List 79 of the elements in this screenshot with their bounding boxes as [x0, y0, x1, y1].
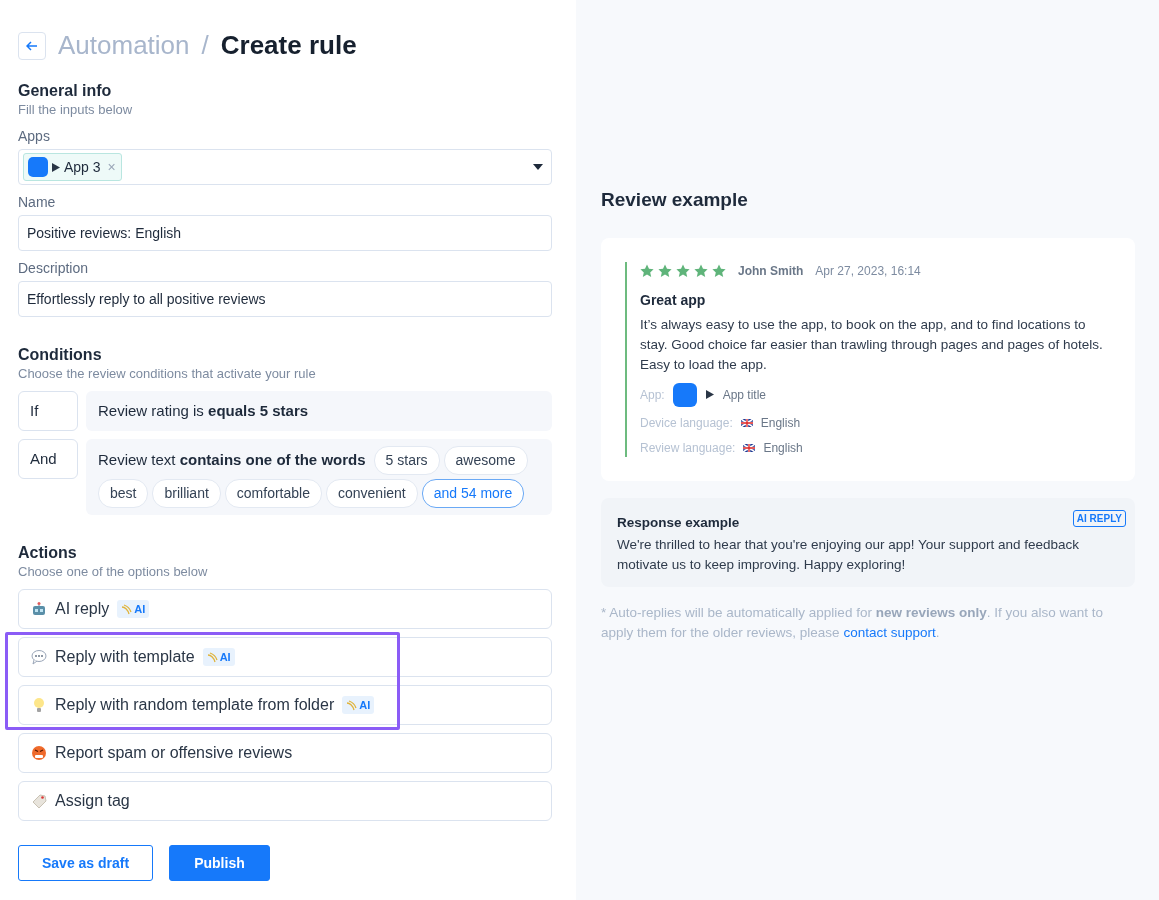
word-tag: brilliant [152, 479, 221, 508]
action-option[interactable]: AI reply AI [18, 589, 552, 629]
word-tag: comfortable [224, 479, 322, 508]
action-label: AI reply [55, 599, 110, 619]
footnote-text: * Auto-replies will be automatically applied for new reviews only. If you also want to apply them for the older reviews, please contact support. [601, 603, 1104, 642]
action-option[interactable]: Report spam or offensive reviews [18, 733, 552, 773]
meta-value: English [763, 439, 803, 457]
section-heading: General info [18, 81, 113, 101]
ai-reply-badge: AI REPLY [1072, 509, 1126, 527]
section-heading: Actions [18, 543, 78, 563]
section-subtitle: Choose one of the options below [18, 563, 209, 581]
dropdown-caret-icon [533, 164, 543, 170]
back-button[interactable] [18, 31, 46, 60]
field-label: Apps [18, 127, 51, 145]
star-icon [658, 263, 672, 278]
star-icon [694, 263, 708, 278]
flag-icon [743, 443, 756, 452]
star-icon [676, 263, 690, 278]
meta-label: Review language: [640, 439, 736, 457]
response-text: We're thrilled to hear that you're enjoying our app! Your support and feedback motivate us to keep improving. Happy exploring! [617, 535, 1080, 574]
section-heading: Conditions [18, 345, 103, 365]
star-icon [712, 263, 726, 278]
play-store-icon [51, 161, 61, 173]
ai-badge: AI [202, 647, 235, 667]
word-tag: convenient [326, 479, 418, 508]
save-draft-button[interactable]: Save as draft [18, 845, 154, 881]
robot-icon [31, 601, 47, 617]
review-author: John Smith [738, 262, 804, 280]
action-option[interactable]: Reply with random template from folder AI [18, 685, 552, 725]
breadcrumb-separator: / [201, 29, 209, 62]
meta-label: Device language: [640, 414, 733, 432]
action-label: Assign tag [55, 791, 130, 811]
review-body: It’s always easy to use the app, to book on the app, and to find locations to stay. Good choice far easier than trawling through pages and pages of hotels. Easy to load the app. [640, 315, 1104, 374]
speech-bubble-icon [31, 649, 47, 665]
sparkle-icon [121, 603, 133, 615]
back-arrow-icon [26, 40, 38, 51]
meta-value: App title [722, 386, 767, 404]
condition-operator: If [18, 391, 78, 431]
play-store-icon [704, 389, 715, 400]
action-label: Report spam or offensive reviews [55, 743, 293, 763]
ai-badge: AI [342, 695, 375, 715]
section-subtitle: Choose the review conditions that activate your rule [18, 365, 317, 383]
condition-text: Review rating is equals 5 stars [98, 400, 309, 421]
description-field[interactable]: Effortlessly reply to all positive reviews [18, 281, 552, 317]
field-label: Name [18, 193, 57, 211]
meta-label: App: [640, 386, 665, 404]
angry-face-icon [31, 745, 47, 761]
response-heading: Response example [617, 513, 740, 532]
sparkle-icon [206, 651, 218, 663]
meta-value: English [760, 414, 801, 432]
app-icon [28, 157, 48, 177]
star-icon [640, 263, 654, 278]
ai-badge: AI [117, 599, 150, 619]
action-option[interactable]: Reply with template AI [18, 637, 552, 677]
app-chip-label: App 3 [64, 157, 101, 177]
section-subtitle: Fill the inputs below [18, 101, 134, 119]
contact-support-link[interactable]: contact support [843, 624, 936, 640]
action-label: Reply with template [55, 647, 195, 667]
review-title: Great app [640, 290, 707, 310]
tag-icon [31, 793, 47, 809]
name-field[interactable]: Positive reviews: English [18, 215, 552, 251]
word-tag: 5 stars [373, 446, 440, 475]
page-title: Create rule [220, 29, 357, 62]
action-label: Reply with random template from folder [55, 695, 335, 715]
word-tag: best [98, 479, 149, 508]
preview-heading: Review example [601, 188, 749, 212]
review-date: Apr 27, 2023, 16:14 [815, 262, 921, 280]
action-option[interactable]: Assign tag [18, 781, 552, 821]
condition-text: Review text contains one of the words [98, 450, 366, 471]
more-words-link[interactable]: and 54 more [421, 479, 525, 508]
field-label: Description [18, 259, 90, 277]
condition-operator: And [18, 439, 78, 479]
flag-icon [740, 418, 753, 427]
publish-button[interactable]: Publish [169, 845, 270, 881]
app-icon [672, 382, 697, 407]
apps-select[interactable]: App 3 × [18, 149, 552, 185]
sparkle-icon [346, 699, 358, 711]
light-bulb-icon [31, 697, 47, 713]
word-tag: awesome [443, 446, 528, 475]
